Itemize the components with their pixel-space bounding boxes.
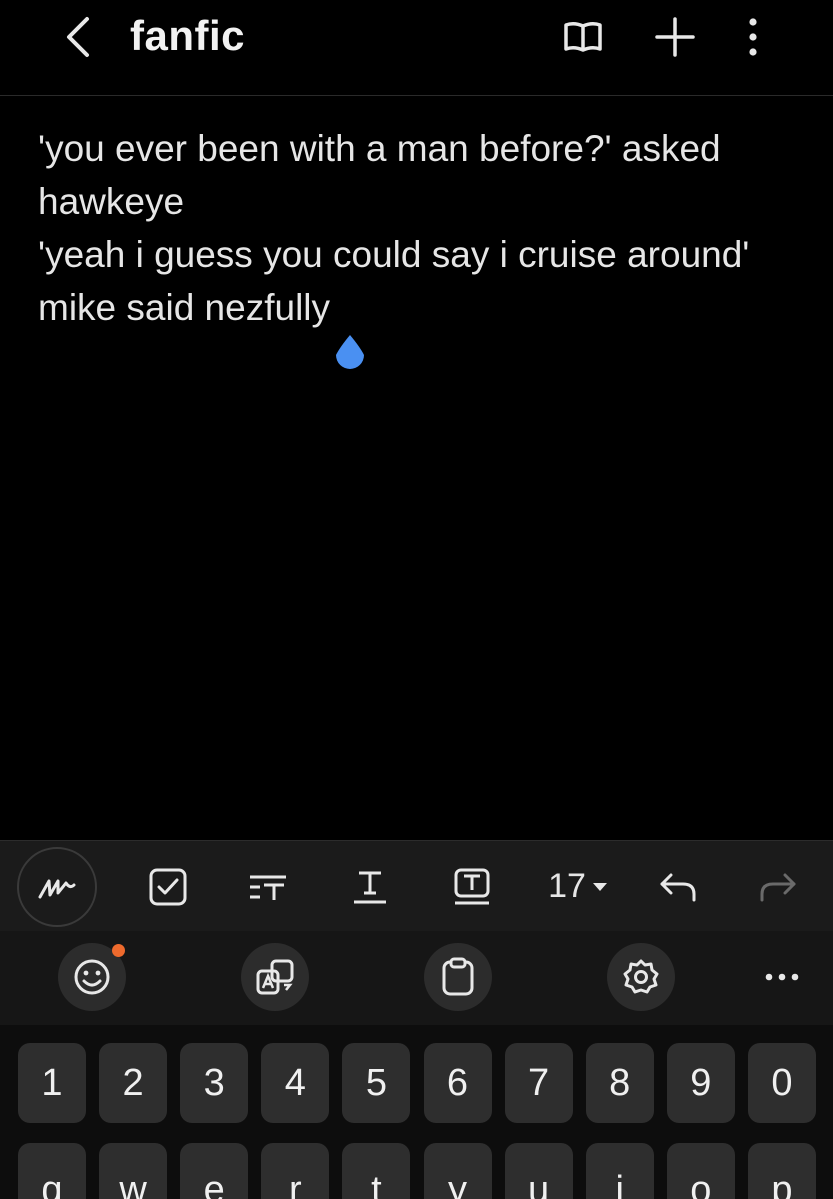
note-line: 'you ever been with a man before?' asked [38,128,721,169]
page-title: fanfic [130,12,246,59]
key-y[interactable]: y [423,1143,492,1199]
handwriting-icon [38,879,76,898]
more-options-button[interactable] [728,12,778,62]
text-style-button[interactable] [240,841,296,932]
key-9[interactable]: 9 [666,1043,735,1123]
key-r[interactable]: r [261,1143,330,1199]
settings-icon [623,959,659,994]
key-8[interactable]: 8 [585,1043,654,1123]
font-size-control: 17 [548,867,608,906]
clipboard-button[interactable] [424,943,492,1011]
emoji-icon [74,959,110,995]
key-1[interactable]: 1 [18,1043,86,1123]
chevron-down-icon [592,882,607,891]
key-u[interactable]: u [504,1143,573,1199]
checkbox-button[interactable] [140,841,196,932]
editing-toolbar: 17 [0,840,833,931]
key-w[interactable]: w [99,1143,168,1199]
key-i[interactable]: i [585,1143,654,1199]
key-e[interactable]: e [180,1143,249,1199]
translate-icon [256,959,294,995]
key-2[interactable]: 2 [99,1043,168,1123]
keyboard-more-button[interactable] [760,955,804,999]
text-cursor-handle[interactable] [331,333,369,375]
back-button[interactable] [56,12,100,62]
key-5[interactable]: 5 [342,1043,411,1123]
keyboard: 1234567890 qwertyuiop [0,1025,833,1199]
reading-mode-button[interactable] [558,12,608,62]
underline-text-button[interactable] [342,841,398,932]
app-header: fanfic [0,0,833,96]
font-size-dropdown[interactable]: 17 [538,841,618,932]
font-size-value: 17 [548,867,586,905]
key-q[interactable]: q [18,1143,86,1199]
clipboard-icon [442,957,474,996]
plus-icon [655,17,695,57]
key-t[interactable]: t [342,1143,411,1199]
text-style-icon [250,875,286,900]
note-line: 'yeah i guess you could say i cruise aro… [38,234,750,275]
key-6[interactable]: 6 [423,1043,492,1123]
checkbox-icon [149,868,187,905]
key-p[interactable]: p [747,1143,816,1199]
redo-button[interactable] [750,841,806,932]
key-o[interactable]: o [666,1143,735,1199]
key-7[interactable]: 7 [504,1043,573,1123]
key-4[interactable]: 4 [261,1043,330,1123]
more-horizontal-icon [765,973,799,981]
more-vertical-icon [749,18,757,56]
note-line: hawkeye [38,181,185,222]
add-button[interactable] [650,12,700,62]
text-color-icon [454,868,490,904]
undo-icon [660,873,696,901]
chevron-left-icon [67,17,89,57]
book-open-icon [564,21,602,52]
note-body[interactable]: 'you ever been with a man before?' asked… [38,122,808,334]
undo-button[interactable] [650,841,706,932]
notification-badge [112,944,125,957]
underline-text-icon [354,871,386,903]
translate-button[interactable] [241,943,309,1011]
handwriting-circle [17,846,97,927]
note-line: mike said nezfully [38,287,331,328]
text-color-button[interactable] [444,841,500,932]
handwriting-button[interactable] [16,841,98,932]
keyboard-toolbar [0,931,833,1025]
key-0[interactable]: 0 [747,1043,816,1123]
key-3[interactable]: 3 [180,1043,249,1123]
keyboard-settings-button[interactable] [607,943,675,1011]
redo-icon [760,873,796,901]
